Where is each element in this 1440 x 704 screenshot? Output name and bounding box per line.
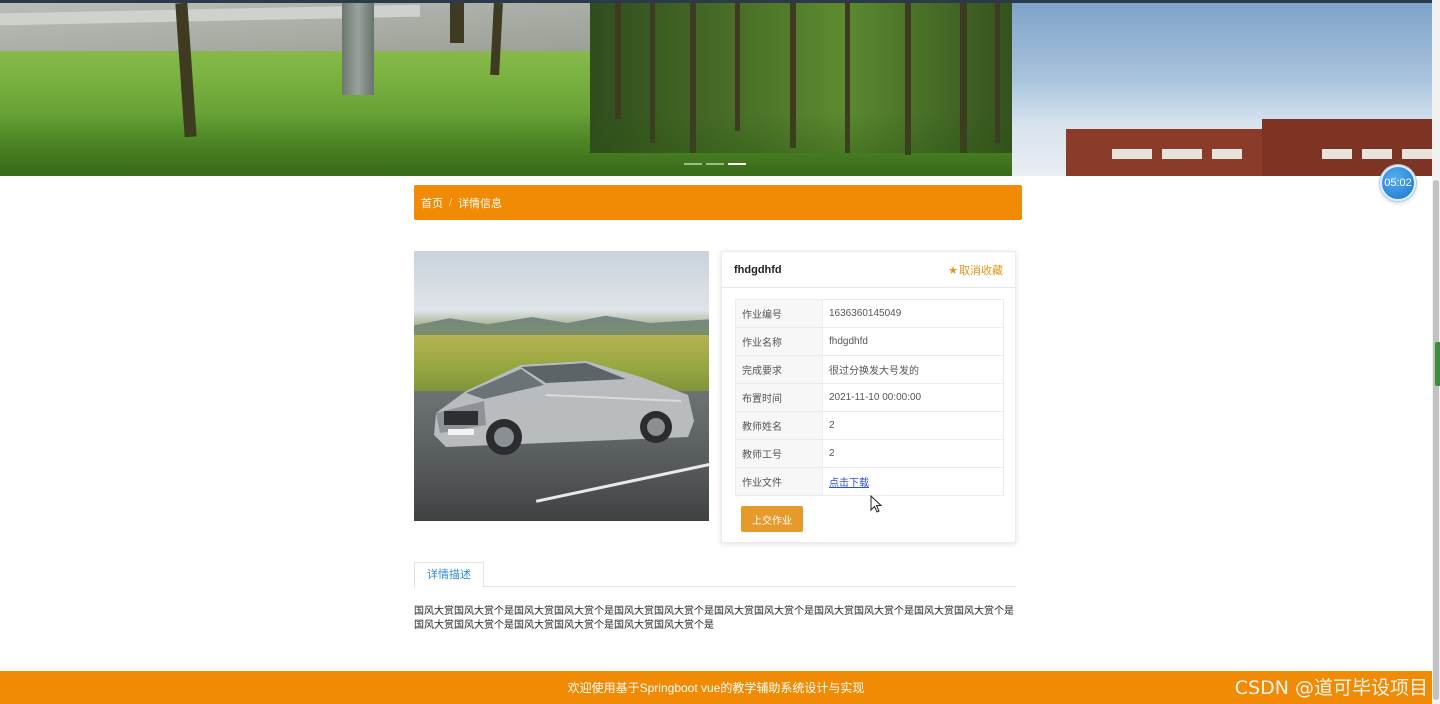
card-header: fhdgdhfd ★取消收藏 bbox=[722, 252, 1015, 288]
building-window bbox=[1162, 149, 1202, 159]
row-value: 2 bbox=[822, 439, 1004, 468]
scrollbar-thumb[interactable] bbox=[1433, 180, 1439, 700]
table-row: 布置时间 2021-11-10 00:00:00 bbox=[735, 383, 1004, 412]
carousel-dot-active[interactable] bbox=[728, 163, 746, 165]
page: 05:02 首页 / 详情信息 fhdgdhfd ★取消收藏 作业编号 1636… bbox=[0, 0, 1440, 704]
download-link[interactable]: 点击下载 bbox=[829, 478, 869, 489]
row-value: 很过分换发大号发的 bbox=[822, 355, 1004, 384]
carousel-dot[interactable] bbox=[684, 163, 702, 165]
tree-trunk bbox=[450, 3, 464, 43]
row-label: 作业编号 bbox=[735, 299, 823, 328]
product-image bbox=[414, 251, 709, 521]
mouse-pointer-icon bbox=[870, 495, 882, 513]
bamboo-stalk bbox=[615, 3, 621, 119]
image-hills bbox=[414, 315, 709, 335]
row-label: 作业名称 bbox=[735, 327, 823, 356]
row-label: 教师工号 bbox=[735, 439, 823, 468]
building-window bbox=[1212, 149, 1242, 159]
banner-carousel[interactable] bbox=[0, 0, 1432, 176]
car-illustration bbox=[434, 361, 694, 455]
row-label: 教师姓名 bbox=[735, 411, 823, 440]
detail-tabs: 详情描述 bbox=[414, 562, 1016, 588]
table-row: 作业名称 fhdgdhfd bbox=[735, 327, 1004, 356]
carousel-dot[interactable] bbox=[706, 163, 724, 165]
watermark: CSDN @道可毕设项目 bbox=[1234, 677, 1428, 699]
detail-title: fhdgdhfd bbox=[734, 263, 782, 276]
building-window bbox=[1112, 149, 1152, 159]
table-row: 作业编号 1636360145049 bbox=[735, 299, 1004, 328]
file-cell: 点击下载 bbox=[822, 467, 1004, 496]
row-label: 完成要求 bbox=[735, 355, 823, 384]
building-window bbox=[1362, 149, 1392, 159]
table-row: 教师姓名 2 bbox=[735, 411, 1004, 440]
banner-slide-campus bbox=[1012, 3, 1432, 176]
timer-badge[interactable]: 05:02 bbox=[1380, 165, 1416, 201]
building-window bbox=[1402, 149, 1432, 159]
description-text: 国风大赏国风大赏个是国风大赏国风大赏个是国风大赏国风大赏个是国风大赏国风大赏个是… bbox=[414, 606, 1014, 631]
banner-grass bbox=[0, 113, 1012, 176]
banner-pole bbox=[342, 3, 374, 95]
file-label: 作业文件 bbox=[735, 467, 823, 496]
breadcrumb-home[interactable]: 首页 bbox=[421, 195, 443, 211]
cancel-favorite-label: 取消收藏 bbox=[959, 264, 1003, 277]
detail-card: fhdgdhfd ★取消收藏 作业编号 1636360145049 作业名称 f… bbox=[721, 251, 1016, 543]
breadcrumb-separator: / bbox=[449, 196, 453, 209]
side-widget-tab[interactable] bbox=[1435, 342, 1440, 386]
detail-table: 作业编号 1636360145049 作业名称 fhdgdhfd 完成要求 很过… bbox=[735, 299, 1004, 496]
row-value: 2021-11-10 00:00:00 bbox=[822, 383, 1004, 412]
table-row: 完成要求 很过分换发大号发的 bbox=[735, 355, 1004, 384]
row-value: fhdgdhfd bbox=[822, 327, 1004, 356]
bamboo-stalk bbox=[735, 3, 740, 131]
star-icon: ★ bbox=[948, 264, 958, 277]
carousel-indicators bbox=[684, 163, 746, 165]
breadcrumb: 首页 / 详情信息 bbox=[414, 185, 1022, 220]
building-window bbox=[1322, 149, 1352, 159]
cancel-favorite-button[interactable]: ★取消收藏 bbox=[948, 262, 1003, 278]
tab-description[interactable]: 详情描述 bbox=[414, 562, 484, 588]
breadcrumb-current: 详情信息 bbox=[458, 197, 503, 210]
row-value: 1636360145049 bbox=[822, 299, 1004, 328]
banner-slide-park bbox=[0, 3, 1012, 176]
table-row: 教师工号 2 bbox=[735, 439, 1004, 468]
row-value: 2 bbox=[822, 411, 1004, 440]
row-label: 布置时间 bbox=[735, 383, 823, 412]
footer-text: 欢迎使用基于Springboot vue的教学辅助系统设计与实现 bbox=[567, 681, 865, 695]
table-row: 作业文件 点击下载 bbox=[735, 467, 1004, 496]
footer: 欢迎使用基于Springboot vue的教学辅助系统设计与实现 bbox=[0, 671, 1432, 704]
submit-homework-button[interactable]: 上交作业 bbox=[741, 506, 803, 532]
